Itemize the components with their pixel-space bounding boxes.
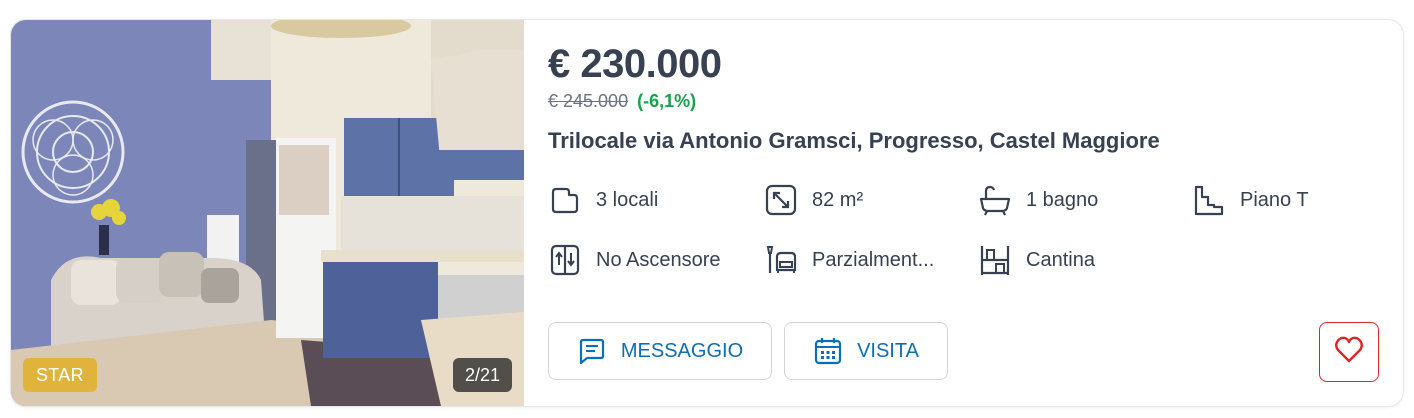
listing-card[interactable]: STAR 2/21 € 230.000 € 245.000 (-6,1%) Tr… bbox=[10, 19, 1404, 407]
feature-furnished: Parzialment... bbox=[764, 243, 934, 277]
message-button[interactable]: MESSAGGIO bbox=[548, 322, 772, 380]
feature-bathrooms-label: 1 bagno bbox=[1026, 188, 1099, 211]
calendar-icon bbox=[813, 336, 843, 366]
feature-rooms-label: 3 locali bbox=[596, 188, 659, 211]
feature-bathrooms: 1 bagno bbox=[978, 183, 1098, 217]
feature-floor-label: Piano T bbox=[1240, 188, 1309, 211]
star-badge: STAR bbox=[23, 358, 97, 392]
heart-icon bbox=[1333, 334, 1365, 371]
elevator-icon bbox=[548, 243, 582, 277]
listing-title[interactable]: Trilocale via Antonio Gramsci, Progresso… bbox=[548, 128, 1160, 154]
message-icon bbox=[577, 336, 607, 366]
favorite-button[interactable] bbox=[1319, 322, 1379, 382]
bathtub-icon bbox=[978, 183, 1012, 217]
price-change: (-6,1%) bbox=[637, 91, 697, 111]
photo-counter: 2/21 bbox=[452, 358, 512, 392]
feature-elevator: No Ascensore bbox=[548, 243, 721, 277]
listing-photo[interactable]: STAR 2/21 bbox=[11, 20, 524, 406]
listing-price: € 230.000 bbox=[548, 42, 722, 86]
feature-area: 82 m² bbox=[764, 183, 863, 217]
feature-cellar: Cantina bbox=[978, 243, 1095, 277]
kitchen-living-room-image bbox=[11, 20, 524, 406]
visit-button-label: VISITA bbox=[857, 339, 919, 362]
visit-button[interactable]: VISITA bbox=[784, 322, 948, 380]
feature-rooms: 3 locali bbox=[548, 183, 658, 217]
area-icon bbox=[764, 183, 798, 217]
sofa-icon bbox=[764, 243, 798, 277]
feature-area-label: 82 m² bbox=[812, 188, 864, 211]
stairs-icon bbox=[1192, 183, 1226, 217]
shelves-icon bbox=[978, 243, 1012, 277]
feature-elevator-label: No Ascensore bbox=[596, 248, 721, 271]
feature-cellar-label: Cantina bbox=[1026, 248, 1095, 271]
old-price: € 245.000 bbox=[548, 91, 629, 111]
message-button-label: MESSAGGIO bbox=[620, 339, 744, 362]
rooms-icon bbox=[548, 183, 582, 217]
feature-floor: Piano T bbox=[1192, 183, 1309, 217]
feature-furnished-label: Parzialment... bbox=[812, 248, 935, 271]
listing-info: € 230.000 € 245.000 (-6,1%) Trilocale vi… bbox=[548, 20, 1403, 406]
price-history: € 245.000 (-6,1%) bbox=[548, 91, 696, 112]
